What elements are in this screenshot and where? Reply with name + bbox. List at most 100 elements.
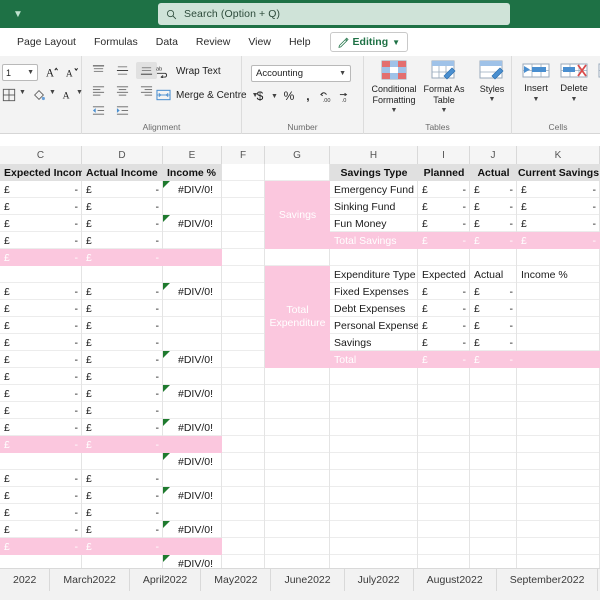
cell-actual-income[interactable]: £ - — [82, 334, 163, 351]
spreadsheet-grid[interactable]: Expected Income Actual Income Income % £ - £ -… — [0, 164, 600, 568]
cell-actual-income[interactable]: £ - — [82, 317, 163, 334]
cell-expected-income[interactable]: £ - — [0, 402, 82, 419]
tab-page-layout[interactable]: Page Layout — [8, 29, 85, 55]
cell-income-pct[interactable]: #DIV/0! — [163, 487, 222, 504]
cell-income-pct[interactable]: #DIV/0! — [163, 453, 222, 470]
cell-expenditure-actual[interactable]: £ - — [470, 283, 517, 300]
savings-total-label[interactable]: Total Savings — [330, 232, 418, 249]
header-savings-type[interactable]: Savings Type — [330, 164, 418, 181]
header-expenditure-type[interactable]: Expenditure Type — [330, 266, 418, 283]
total-actual-income[interactable]: £ - — [82, 436, 163, 453]
header-savings-actual[interactable]: Actual — [470, 164, 517, 181]
sheet-tab-march2022[interactable]: March2022 — [50, 569, 130, 591]
cell-actual-income[interactable]: £ - — [82, 283, 163, 300]
cell-styles-button[interactable]: Styles ▼ — [468, 60, 516, 103]
search-input[interactable]: Search (Option + Q) — [158, 3, 510, 25]
cell-actual-income[interactable]: £ - — [82, 181, 163, 198]
cell-actual-income[interactable]: £ - — [82, 232, 163, 249]
decrease-decimal-icon[interactable]: .0 — [338, 88, 354, 104]
column-header-g[interactable]: G — [265, 146, 330, 164]
cell-income-pct[interactable]: #DIV/0! — [163, 419, 222, 436]
cell-expected-income[interactable]: £ - — [0, 385, 82, 402]
insert-cells-button[interactable]: Insert ▼ — [518, 62, 554, 103]
header-expenditure-expected[interactable]: Expected — [418, 266, 470, 283]
cell-actual-income[interactable]: £ - — [82, 521, 163, 538]
cell-actual-income[interactable]: £ - — [82, 385, 163, 402]
cell-actual-income[interactable]: £ - — [82, 402, 163, 419]
column-header-d[interactable]: D — [82, 146, 163, 164]
cell-actual-income[interactable]: £ - — [82, 419, 163, 436]
cell-expenditure-expected[interactable]: £ - — [418, 317, 470, 334]
total-actual-income[interactable]: £ - — [82, 538, 163, 555]
cell-expected-income[interactable]: £ - — [0, 334, 82, 351]
fill-color-icon[interactable] — [30, 87, 47, 103]
total-expected-income[interactable]: £ - — [0, 538, 82, 555]
percent-icon[interactable]: % — [281, 88, 297, 104]
cell-savings-actual[interactable]: £ - — [470, 181, 517, 198]
cell-expenditure-actual[interactable]: £ - — [470, 317, 517, 334]
shrink-font-icon[interactable]: A — [63, 64, 80, 81]
cell-expected-income[interactable]: £ - — [0, 368, 82, 385]
header-expected-income[interactable]: Expected Income — [0, 164, 82, 181]
wrap-text-button[interactable]: ab Wrap Text — [156, 64, 221, 78]
format-as-table-button[interactable]: Format As Table ▼ — [420, 60, 468, 114]
cell-actual-income[interactable]: £ - — [82, 368, 163, 385]
cell-expected-income[interactable]: £ - — [0, 487, 82, 504]
align-right-icon[interactable] — [136, 82, 157, 99]
grow-font-icon[interactable]: A — [43, 64, 60, 81]
column-header-j[interactable]: J — [470, 146, 517, 164]
cell-expenditure-actual[interactable]: £ - — [470, 300, 517, 317]
expenditure-total-actual[interactable]: £ - — [470, 351, 517, 368]
cell-expected-income[interactable]: £ - — [0, 232, 82, 249]
cell-expenditure-type[interactable]: Personal Expenses — [330, 317, 418, 334]
savings-total-planned[interactable]: £ - — [418, 232, 470, 249]
cell-income-pct[interactable]: #DIV/0! — [163, 555, 222, 568]
cell-expected-income[interactable]: £ - — [0, 504, 82, 521]
cell-savings-type[interactable]: Sinking Fund — [330, 198, 418, 215]
tab-review[interactable]: Review — [187, 29, 239, 55]
borders-icon[interactable] — [0, 87, 17, 103]
cell-income-pct[interactable]: #DIV/0! — [163, 283, 222, 300]
cell-current-savings[interactable]: £ - — [517, 181, 600, 198]
cell-expected-income[interactable]: £ - — [0, 283, 82, 300]
tab-help[interactable]: Help — [280, 29, 320, 55]
chevron-down-icon[interactable]: ▼ — [49, 89, 56, 96]
column-header-i[interactable]: I — [418, 146, 470, 164]
align-center-icon[interactable] — [112, 82, 133, 99]
cell-savings-planned[interactable]: £ - — [418, 181, 470, 198]
tab-formulas[interactable]: Formulas — [85, 29, 147, 55]
sheet-tab-june2022[interactable]: June2022 — [271, 569, 345, 591]
comma-style-icon[interactable]: , — [300, 88, 316, 104]
cell-savings-actual[interactable]: £ - — [470, 198, 517, 215]
cell-actual-income[interactable]: £ - — [82, 487, 163, 504]
cell-expenditure-type[interactable]: Debt Expenses — [330, 300, 418, 317]
cell-expected-income[interactable]: £ - — [0, 317, 82, 334]
cell-expected-income[interactable]: £ - — [0, 300, 82, 317]
cell-income-pct[interactable]: #DIV/0! — [163, 215, 222, 232]
align-bottom-icon[interactable] — [136, 62, 157, 79]
conditional-formatting-button[interactable]: Conditional Formatting ▼ — [370, 60, 418, 114]
cell-expected-income[interactable]: £ - — [0, 470, 82, 487]
cell-expenditure-expected[interactable]: £ - — [418, 300, 470, 317]
cell-savings-planned[interactable]: £ - — [418, 198, 470, 215]
cell-savings-actual[interactable]: £ - — [470, 215, 517, 232]
cell-income-pct[interactable]: #DIV/0! — [163, 351, 222, 368]
align-left-icon[interactable] — [88, 82, 109, 99]
column-header-e[interactable]: E — [163, 146, 222, 164]
cell-expenditure-type[interactable]: Savings — [330, 334, 418, 351]
align-middle-icon[interactable] — [112, 62, 133, 79]
chevron-down-icon[interactable]: ▼ — [271, 93, 278, 100]
cell-expected-income[interactable]: £ - — [0, 521, 82, 538]
cell-actual-income[interactable]: £ - — [82, 198, 163, 215]
editing-mode-button[interactable]: Editing ▼ — [329, 32, 409, 52]
savings-total-current[interactable]: £ - — [517, 232, 600, 249]
header-actual-income[interactable]: Actual Income — [82, 164, 163, 181]
number-format-select[interactable]: Accounting ▼ — [251, 65, 351, 82]
column-header-k[interactable]: K — [517, 146, 600, 164]
savings-total-actual[interactable]: £ - — [470, 232, 517, 249]
cell-expected-income[interactable]: £ - — [0, 215, 82, 232]
cell-savings-planned[interactable]: £ - — [418, 215, 470, 232]
cell-income-pct[interactable]: #DIV/0! — [163, 181, 222, 198]
cell-savings-type[interactable]: Emergency Fund — [330, 181, 418, 198]
delete-cells-button[interactable]: Delete ▼ — [556, 62, 592, 103]
